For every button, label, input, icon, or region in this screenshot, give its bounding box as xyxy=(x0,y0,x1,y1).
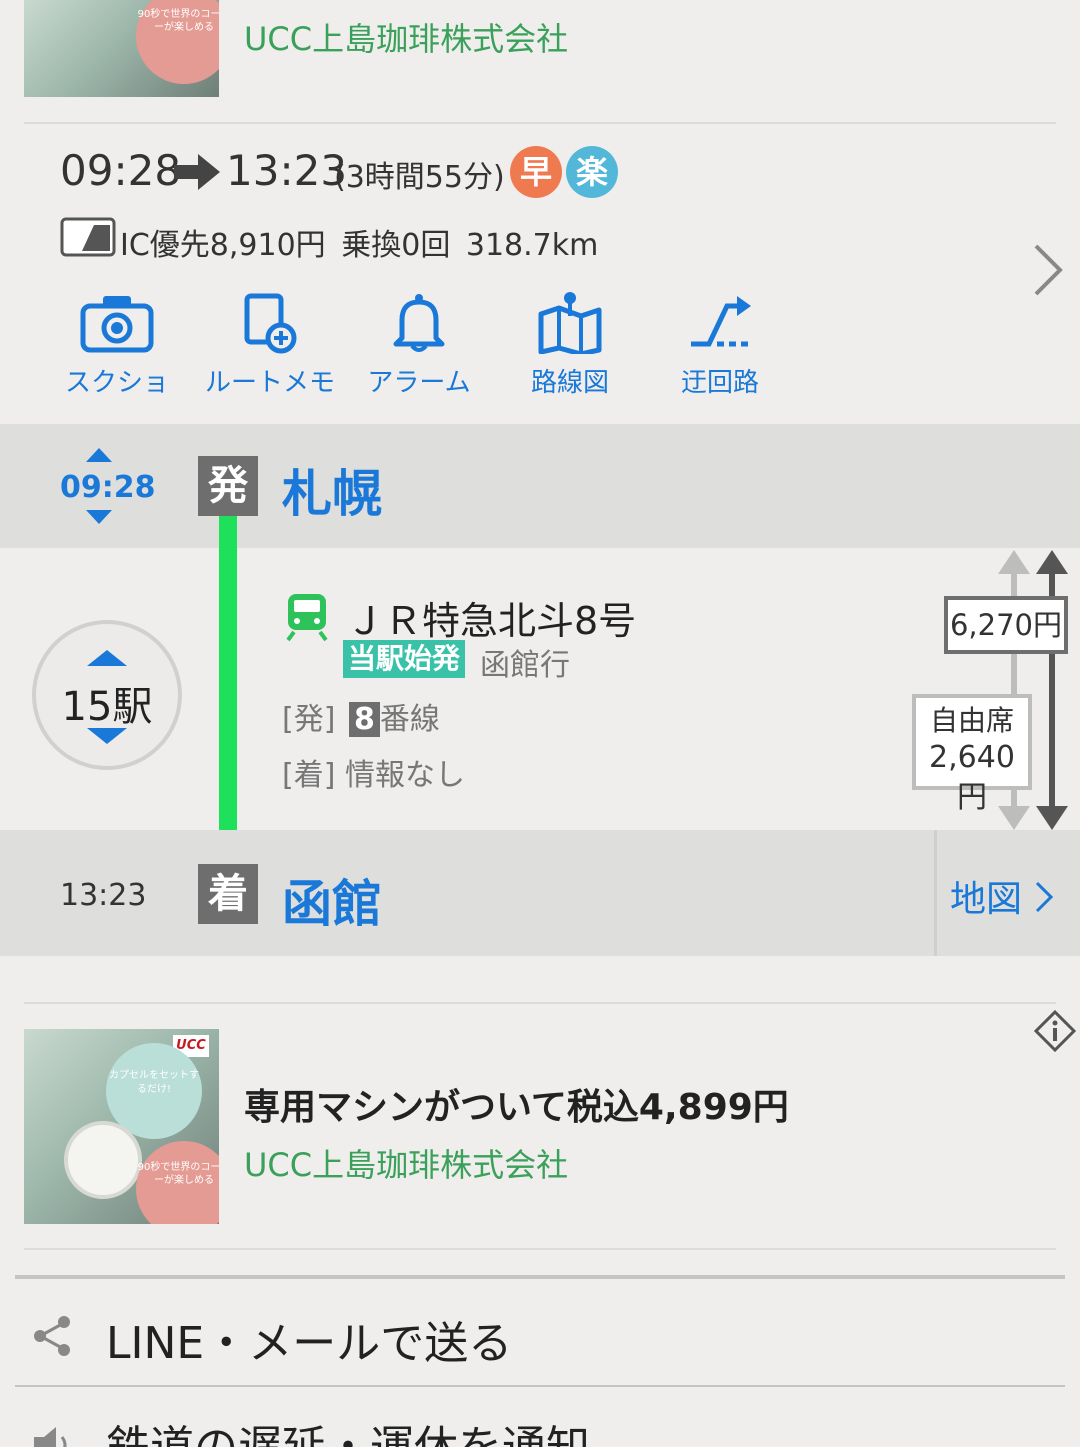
ad-info-icon[interactable] xyxy=(1034,1010,1076,1052)
delay-notify-label: 鉄道の遅延・運休を通知 xyxy=(106,1411,590,1447)
origin-badge: 当駅始発 xyxy=(343,640,466,678)
easy-badge: 楽 xyxy=(566,146,618,198)
top-ad-thumbnail[interactable]: 90秒で世界のコーヒーが楽しめる xyxy=(24,0,219,97)
summary-transfers: 乗換0回 xyxy=(341,228,451,263)
bell-icon xyxy=(393,294,445,352)
route-map-label: 路線図 xyxy=(530,368,609,398)
track-suffix: 番線 xyxy=(379,702,440,737)
delay-notify-menu-item[interactable]: 鉄道の遅延・運休を通知 xyxy=(0,1387,1080,1447)
divider xyxy=(24,1002,1056,1004)
share-label: LINE・メールで送る xyxy=(106,1318,513,1369)
share-icon xyxy=(34,1316,70,1356)
alarm-button[interactable]: アラーム xyxy=(354,292,484,399)
fare-total-box[interactable]: 6,270円 xyxy=(944,596,1068,654)
summary-distance: 318.7km xyxy=(465,228,599,263)
route-map-button[interactable]: 路線図 xyxy=(505,292,635,399)
ic-card-icon xyxy=(60,217,116,257)
route-memo-button[interactable]: ルートメモ xyxy=(205,292,335,399)
seat-fare-box[interactable]: 自由席 2,640円 xyxy=(912,694,1032,815)
stops-toggle[interactable]: 15駅 xyxy=(32,620,182,770)
depart-platform: [発] 8 番線 xyxy=(282,694,440,738)
arrival-station-name[interactable]: 函館 xyxy=(282,864,382,936)
time-up-icon xyxy=(86,448,112,462)
route-memo-label: ルートメモ xyxy=(205,368,336,398)
map-divider xyxy=(934,830,937,956)
arrive-platform-label: [着] xyxy=(282,758,336,793)
section-divider xyxy=(15,1275,1065,1279)
bottom-ad-title[interactable]: 専用マシンがついて税込4,899円 xyxy=(244,1078,789,1130)
map-label: 地図 xyxy=(950,879,1023,920)
divider xyxy=(24,122,1056,124)
ad-capsule-image xyxy=(64,1121,142,1199)
departure-station-name[interactable]: 札幌 xyxy=(282,454,382,526)
summary-duration: (3時間55分) xyxy=(334,160,505,195)
expand-down-icon xyxy=(87,728,127,744)
departure-mark: 発 xyxy=(198,456,258,516)
chevron-right-icon xyxy=(1036,881,1054,913)
camera-icon xyxy=(80,296,154,353)
train-name[interactable]: ＪＲ特急北斗8号 xyxy=(346,590,636,645)
detour-button[interactable]: 迂回路 xyxy=(655,292,785,399)
departure-station-row[interactable]: 09:28 発 札幌 xyxy=(0,424,1080,548)
bottom-ad-company[interactable]: UCC上島珈琲株式会社 xyxy=(244,1140,568,1186)
ad-circle-badge: 90秒で世界のコーヒーが楽しめる xyxy=(136,0,219,84)
departure-time: 09:28 xyxy=(60,470,156,505)
seat-type: 自由席 xyxy=(929,704,1014,737)
route-map-icon xyxy=(538,292,602,354)
alarm-label: アラーム xyxy=(367,368,471,398)
arrival-station-row[interactable]: 13:23 着 函館 地図 xyxy=(0,830,1080,956)
summary-arrive-time: 13:23 xyxy=(226,146,348,195)
share-menu-item[interactable]: LINE・メールで送る xyxy=(0,1285,1080,1385)
train-destination: 函館行 xyxy=(480,648,570,683)
summary-depart-time: 09:28 xyxy=(60,146,182,195)
detour-icon xyxy=(691,296,751,347)
stops-count: 15駅 xyxy=(61,684,153,730)
map-link[interactable]: 地図 xyxy=(950,870,1055,922)
summary-fare: IC優先8,910円 xyxy=(120,228,326,263)
divider xyxy=(24,1248,1056,1250)
fast-badge: 早 xyxy=(510,146,562,198)
arrival-time: 13:23 xyxy=(60,878,147,913)
ad-circle-badge: 90秒で世界のコーヒーが楽しめる xyxy=(136,1141,219,1224)
arrive-platform: [着] 情報なし xyxy=(282,750,465,794)
expand-up-icon xyxy=(87,650,127,666)
fare-range-dark xyxy=(1036,550,1068,830)
speaker-icon xyxy=(34,1427,67,1447)
track-number: 8 xyxy=(348,702,380,737)
train-icon xyxy=(286,594,328,642)
summary-fare-line: IC優先8,910円 乗換0回 318.7km xyxy=(120,220,598,264)
route-line xyxy=(219,516,237,866)
screenshot-button[interactable]: スクショ xyxy=(52,292,182,399)
top-ad-company[interactable]: UCC上島珈琲株式会社 xyxy=(244,14,568,60)
seat-fare: 2,640円 xyxy=(929,740,1015,815)
detour-label: 迂回路 xyxy=(680,368,759,398)
arrive-platform-info: 情報なし xyxy=(344,758,465,793)
arrival-mark: 着 xyxy=(198,864,258,924)
chevron-right-icon[interactable] xyxy=(1030,240,1066,300)
depart-platform-label: [発] xyxy=(282,702,336,737)
memo-add-icon xyxy=(244,293,297,354)
time-down-icon xyxy=(86,510,112,524)
arrow-right-icon xyxy=(174,154,220,190)
screenshot-label: スクショ xyxy=(64,368,169,398)
bottom-ad-thumbnail[interactable]: UCC カプセルをセットするだけ! 90秒で世界のコーヒーが楽しめる xyxy=(24,1029,219,1224)
